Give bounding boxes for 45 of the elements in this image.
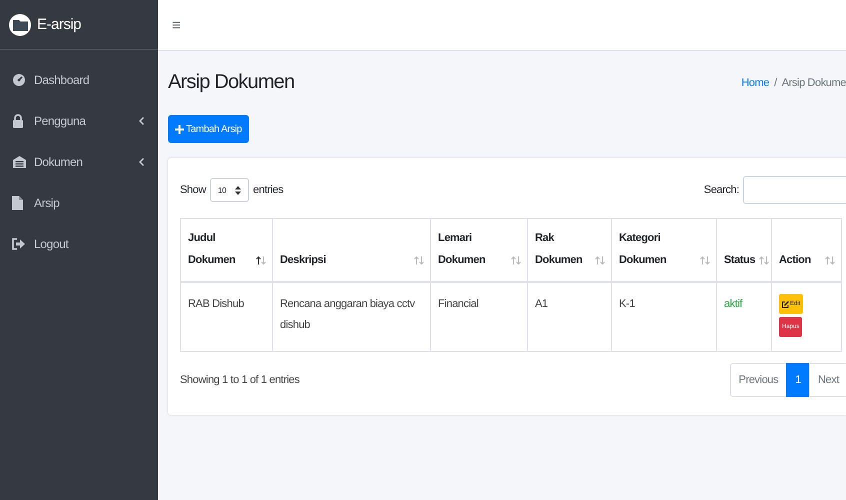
chevron-icon [139, 116, 144, 124]
pagination-button[interactable]: 1 [786, 363, 810, 397]
brand-title[interactable]: E-arsip [37, 16, 82, 33]
building-icon [12, 155, 27, 168]
page-title: Arsip Dokumen [168, 71, 294, 94]
breadcrumb-separator: / [774, 76, 777, 88]
sidebar-item[interactable]: Dashboard [0, 59, 158, 100]
menu-icon[interactable]: ≡ [172, 16, 181, 34]
spinner-arrows-icon [235, 186, 242, 194]
sign-out-icon [12, 238, 26, 250]
table-info: Showing 1 to 1 of 1 entries [180, 374, 300, 386]
column-header[interactable]: Status [716, 218, 772, 282]
table-cell: A1 [535, 298, 548, 310]
file-icon [12, 196, 23, 210]
chevron-icon [139, 158, 144, 166]
sidebar-item[interactable]: Arsip [0, 182, 158, 223]
sidebar-item[interactable]: Logout [0, 223, 158, 264]
status-text: aktif [724, 298, 742, 310]
add-button[interactable]: Tambah Arsip [168, 115, 249, 143]
search-label: Search: [704, 184, 739, 196]
sidebar-item[interactable]: Dokumen [0, 141, 158, 182]
column-header[interactable]: Rak Dokumen [528, 218, 612, 282]
gauge-icon [12, 73, 26, 86]
plus-icon [175, 124, 184, 134]
breadcrumb-current: Arsip Dokume [782, 76, 846, 88]
lock-icon [12, 114, 24, 128]
pagination-button[interactable]: Previous [730, 363, 788, 397]
length-label: Show [180, 184, 206, 196]
table-cell: RAB Dishub [188, 298, 244, 310]
column-header[interactable]: Lemari Dokumen [430, 218, 528, 282]
table-cell: Rencana anggaran biaya cctv dishub [280, 298, 415, 331]
column-header[interactable]: Action [772, 218, 842, 282]
table-cell: Financial [438, 298, 478, 310]
table-cell: K-1 [619, 298, 635, 310]
length-select[interactable]: 10 [210, 178, 250, 202]
column-header[interactable]: Kategori Dokumen [612, 218, 716, 282]
search-field[interactable] [743, 176, 846, 204]
edit-icon [782, 300, 789, 308]
column-header[interactable]: Judul Dokumen [180, 218, 272, 282]
logo-icon [9, 14, 31, 36]
length-label: entries [253, 184, 284, 196]
breadcrumb-link[interactable]: Home [741, 76, 770, 88]
pagination-button[interactable]: Next [808, 363, 846, 397]
sidebar-item[interactable]: Pengguna [0, 100, 158, 141]
column-header[interactable]: Deskripsi [272, 218, 430, 282]
